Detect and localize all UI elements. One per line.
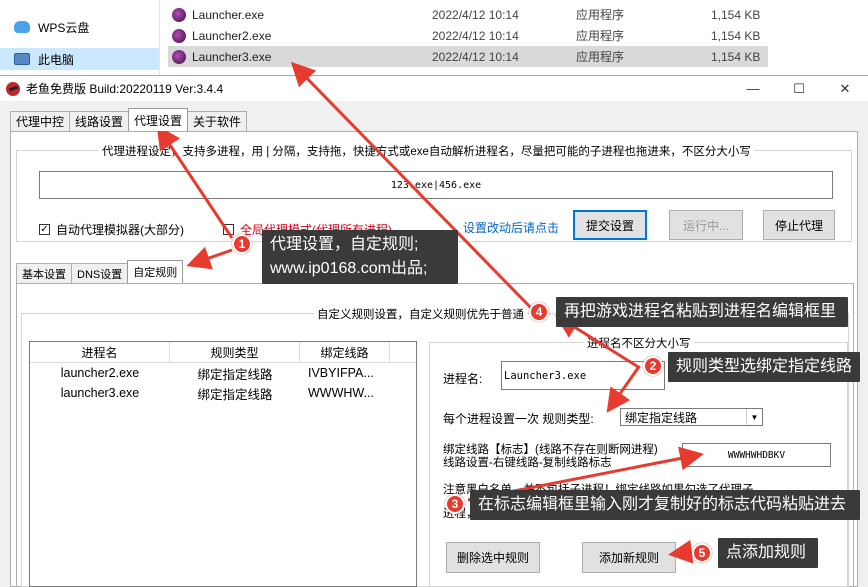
maximize-button[interactable]: ☐ (776, 76, 822, 101)
step-badge: 2 (643, 356, 663, 376)
file-size: 1,154 KB (711, 28, 761, 43)
column-header-process[interactable]: 进程名 (30, 342, 170, 362)
checkbox-unchecked-icon (223, 224, 234, 235)
cell-rule-type: 绑定指定线路 (197, 387, 273, 402)
file-row-selected[interactable]: Launcher3.exe 2022/4/12 10:14 应用程序 1,154… (168, 46, 768, 67)
cell-line: IVBYIFPA... (308, 366, 374, 380)
proxy-process-input[interactable]: 123.exe|456.exe (39, 171, 833, 199)
screenshot-root: WPS云盘 此电脑 Launcher.exe 2022/4/12 10:14 应… (0, 0, 868, 587)
nav-item-this-pc[interactable]: 此电脑 (0, 48, 159, 70)
cell-process: launcher2.exe (60, 366, 140, 380)
nav-item-wps-cloud[interactable]: WPS云盘 (14, 16, 89, 38)
delete-rule-button[interactable]: 删除选中规则 (446, 542, 540, 573)
minimize-button[interactable]: — (730, 76, 776, 101)
group-title: 代理进程设定，支持多进程，用 | 分隔，支持拖，快捷方式或exe自动解析进程名，… (99, 143, 754, 159)
add-rule-button[interactable]: 添加新规则 (582, 542, 676, 573)
column-header-line[interactable]: 绑定线路 (300, 342, 390, 362)
annotation-callout: 点添加规则 (718, 538, 818, 568)
group-title: 自定义规则设置，自定义规则优先于普通 (314, 306, 527, 322)
callout-text: 代理设置，自定规则; (270, 236, 419, 253)
cell-line: WWWHW... (308, 386, 374, 400)
list-header: 进程名 规则类型 绑定线路 (30, 342, 416, 363)
tab-proxy-settings[interactable]: 代理设置 (128, 108, 189, 131)
tab-about[interactable]: 关于软件 (187, 111, 248, 131)
process-name-input[interactable]: Launcher3.exe (501, 361, 665, 390)
rules-list[interactable]: 进程名 规则类型 绑定线路 launcher2.exe 绑定指定线路 IVBYI… (29, 341, 417, 587)
annotation-callout: 规则类型选绑定指定线路 (668, 352, 860, 382)
rule-type-select[interactable]: 绑定指定线路 ▼ (620, 408, 763, 426)
file-type: 应用程序 (576, 8, 625, 22)
file-name: Launcher3.exe (192, 49, 272, 64)
bind-line-hint: 线路设置-右键线路-复制线路标志 (443, 457, 612, 469)
nav-label: WPS云盘 (38, 20, 90, 35)
step-badge: 1 (232, 234, 252, 254)
column-header-rule-type[interactable]: 规则类型 (170, 342, 300, 362)
step-badge: 4 (529, 302, 549, 322)
computer-icon (14, 53, 30, 65)
list-row[interactable]: launcher2.exe 绑定指定线路 IVBYIFPA... (30, 363, 416, 383)
file-type: 应用程序 (576, 29, 625, 43)
main-tab-strip: 代理中控 线路设置 代理设置 关于软件 (10, 108, 248, 131)
file-size: 1,154 KB (711, 7, 761, 22)
sub-tab-strip: 基本设置 DNS设置 自定规则 (16, 260, 184, 283)
nav-label: 此电脑 (38, 52, 75, 67)
process-name-label: 进程名: (443, 372, 483, 386)
checkbox-checked-icon: ✓ (39, 224, 50, 235)
explorer-nav-pane: WPS云盘 此电脑 (0, 0, 160, 78)
tab-proxy-control[interactable]: 代理中控 (10, 111, 71, 131)
annotation-callout: 在标志编辑框里输入刚才复制好的标志代码粘贴进去 (470, 490, 860, 520)
chevron-down-icon: ▼ (746, 409, 762, 425)
window-title: 老鱼免费版 Build:20220119 Ver:3.4.4 (26, 82, 224, 96)
step-badge: 3 (445, 494, 465, 514)
file-explorer: WPS云盘 此电脑 Launcher.exe 2022/4/12 10:14 应… (0, 0, 868, 78)
file-date: 2022/4/12 10:14 (432, 28, 519, 43)
annotation-callout: 再把游戏进程名粘贴到进程名编辑框里 (556, 297, 848, 327)
bind-line-input[interactable]: WWWHWHDBKV (682, 443, 831, 467)
file-row[interactable]: Launcher.exe 2022/4/12 10:14 应用程序 1,154 … (168, 4, 768, 25)
exe-icon (172, 49, 186, 64)
column-header-extra (390, 342, 416, 362)
cell-process: launcher3.exe (60, 386, 140, 400)
auto-proxy-checkbox[interactable]: ✓ 自动代理模拟器(大部分) (39, 221, 184, 238)
proxy-process-group: 代理进程设定，支持多进程，用 | 分隔，支持拖，快捷方式或exe自动解析进程名，… (16, 143, 852, 242)
cloud-icon (14, 21, 30, 33)
annotation-callout: 代理设置，自定规则; www.ip0168.com出品; (262, 230, 458, 284)
tab-basic-settings[interactable]: 基本设置 (16, 263, 72, 283)
tab-custom-rules[interactable]: 自定规则 (127, 260, 184, 283)
file-name: Launcher.exe (192, 7, 265, 22)
group-title: 进程名不区分大小写 (584, 335, 694, 351)
app-logo-icon (6, 81, 20, 96)
running-button[interactable]: 运行中... (669, 210, 743, 240)
select-value: 绑定指定线路 (625, 410, 698, 425)
title-bar: 老鱼免费版 Build:20220119 Ver:3.4.4 — ☐ ✕ (0, 76, 868, 101)
list-row[interactable]: launcher3.exe 绑定指定线路 WWWHW... (30, 383, 416, 403)
file-date: 2022/4/12 10:14 (432, 7, 519, 22)
cell-rule-type: 绑定指定线路 (197, 367, 273, 382)
stop-proxy-button[interactable]: 停止代理 (763, 210, 835, 240)
tab-line-settings[interactable]: 线路设置 (69, 111, 130, 131)
callout-text: www.ip0168.com出品; (270, 260, 428, 277)
close-button[interactable]: ✕ (822, 76, 868, 101)
step-badge: 5 (692, 543, 712, 563)
exe-icon (172, 7, 186, 22)
tab-dns-settings[interactable]: DNS设置 (71, 263, 129, 283)
settings-hint-link[interactable]: 设置改动后请点击 (463, 219, 559, 236)
file-type: 应用程序 (576, 50, 625, 64)
file-row[interactable]: Launcher2.exe 2022/4/12 10:14 应用程序 1,154… (168, 25, 768, 46)
exe-icon (172, 28, 186, 43)
file-name: Launcher2.exe (192, 28, 272, 43)
file-date: 2022/4/12 10:14 (432, 49, 519, 64)
submit-settings-button[interactable]: 提交设置 (573, 210, 647, 240)
file-size: 1,154 KB (711, 49, 761, 64)
rule-type-label: 每个进程设置一次 规则类型: (443, 412, 594, 426)
checkbox-label: 自动代理模拟器(大部分) (56, 223, 184, 237)
